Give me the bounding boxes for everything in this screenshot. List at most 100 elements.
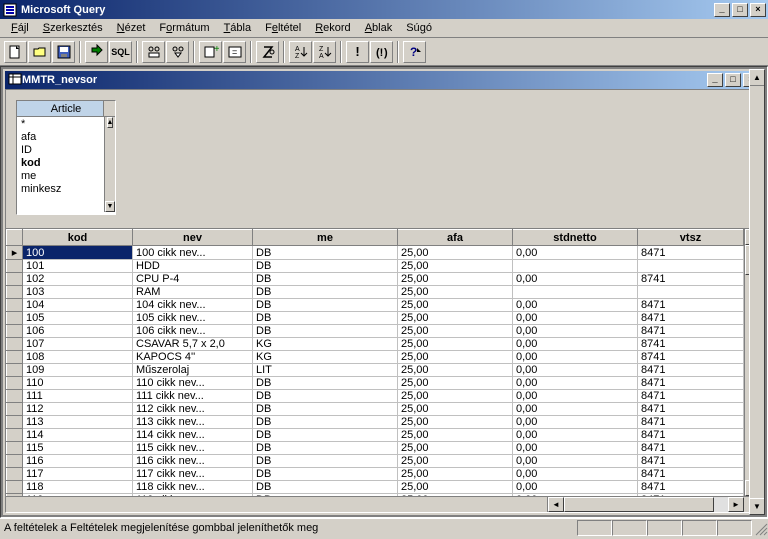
table-row[interactable]: 111111 cikk nev...DB25,000,008471 [7,390,744,403]
menu-file[interactable]: Fájl [4,20,36,36]
cell-me[interactable]: DB [253,455,398,468]
row-header[interactable] [7,312,23,325]
cell-kod[interactable]: 101 [23,260,133,273]
app-maximize-button[interactable]: □ [732,3,748,17]
table-row[interactable]: 110110 cikk nev...DB25,000,008471 [7,377,744,390]
row-header[interactable] [7,273,23,286]
menu-table[interactable]: Tábla [217,20,259,36]
row-header[interactable] [7,390,23,403]
cell-afa[interactable]: 25,00 [398,377,513,390]
menu-view[interactable]: Nézet [110,20,153,36]
menu-help[interactable]: Súgó [399,20,439,36]
row-header[interactable]: ▸ [7,246,23,260]
cell-vtsz[interactable]: 8471 [638,403,744,416]
cell-kod[interactable]: 107 [23,338,133,351]
cell-kod[interactable]: 110 [23,377,133,390]
cell-vtsz[interactable]: 8471 [638,390,744,403]
cell-afa[interactable]: 25,00 [398,468,513,481]
cell-me[interactable]: DB [253,325,398,338]
tool-save[interactable] [52,41,75,63]
field-item[interactable]: * [19,118,113,131]
grid-hscrollbar[interactable]: ◄ ► [6,496,760,512]
menu-criteria[interactable]: Feltétel [258,20,308,36]
cell-nev[interactable]: 112 cikk nev... [133,403,253,416]
cell-nev[interactable]: 113 cikk nev... [133,416,253,429]
cell-afa[interactable]: 25,00 [398,429,513,442]
cell-kod[interactable]: 111 [23,390,133,403]
cell-me[interactable]: DB [253,312,398,325]
tool-criteria-equals[interactable]: = [223,41,246,63]
cell-kod[interactable]: 105 [23,312,133,325]
cell-afa[interactable]: 25,00 [398,364,513,377]
cell-vtsz[interactable]: 8471 [638,481,744,494]
field-item[interactable]: afa [19,131,113,144]
cell-me[interactable]: DB [253,403,398,416]
cell-stdnetto[interactable] [513,286,638,299]
table-row[interactable]: 109MűszerolajLIT25,000,008471 [7,364,744,377]
cell-stdnetto[interactable]: 0,00 [513,403,638,416]
table-row[interactable]: 102CPU P-4DB25,000,008741 [7,273,744,286]
cell-me[interactable]: DB [253,442,398,455]
cell-me[interactable]: DB [253,390,398,403]
cell-me[interactable]: DB [253,273,398,286]
row-header[interactable] [7,455,23,468]
cell-me[interactable]: DB [253,377,398,390]
cell-kod[interactable]: 113 [23,416,133,429]
table-row[interactable]: 103RAMDB25,00 [7,286,744,299]
cell-kod[interactable]: 118 [23,481,133,494]
cell-kod[interactable]: 108 [23,351,133,364]
row-header[interactable] [7,299,23,312]
cell-afa[interactable]: 25,00 [398,273,513,286]
cell-vtsz[interactable]: 8471 [638,364,744,377]
scroll-down-icon[interactable]: ▼ [105,201,115,212]
cell-vtsz[interactable]: 8471 [638,325,744,338]
row-header[interactable] [7,442,23,455]
cell-stdnetto[interactable]: 0,00 [513,442,638,455]
table-row[interactable]: 114114 cikk nev...DB25,000,008471 [7,429,744,442]
cell-vtsz[interactable] [638,260,744,273]
cell-nev[interactable]: KAPOCS 4'' [133,351,253,364]
tool-sort-asc[interactable]: AZ [289,41,312,63]
table-row[interactable]: 106106 cikk nev...DB25,000,008471 [7,325,744,338]
cell-afa[interactable]: 25,00 [398,416,513,429]
field-item[interactable]: minkesz [19,183,113,196]
cell-stdnetto[interactable]: 0,00 [513,429,638,442]
field-item[interactable]: me [19,170,113,183]
cell-afa[interactable]: 25,00 [398,338,513,351]
cell-vtsz[interactable]: 8471 [638,468,744,481]
table-row[interactable]: 108KAPOCS 4''KG25,000,008741 [7,351,744,364]
tool-open[interactable] [28,41,51,63]
cell-vtsz[interactable]: 8741 [638,351,744,364]
cell-nev[interactable]: 100 cikk nev... [133,246,253,260]
cell-nev[interactable]: 117 cikk nev... [133,468,253,481]
cell-nev[interactable]: CSAVAR 5,7 x 2,0 [133,338,253,351]
app-close-button[interactable]: × [750,3,766,17]
column-header[interactable]: kod [23,230,133,246]
table-pane-title[interactable]: Article [17,101,115,117]
cell-vtsz[interactable]: 8471 [638,299,744,312]
cell-kod[interactable]: 100 [23,246,133,260]
tool-new-query[interactable] [4,41,27,63]
scroll-up-icon[interactable]: ▲ [107,117,113,128]
scroll-left-icon[interactable]: ◄ [548,497,564,512]
child-maximize-button[interactable]: □ [725,73,741,87]
cell-afa[interactable]: 25,00 [398,312,513,325]
tool-show-criteria[interactable] [166,41,189,63]
cell-stdnetto[interactable]: 0,00 [513,273,638,286]
cell-me[interactable]: DB [253,429,398,442]
cell-me[interactable]: DB [253,299,398,312]
field-item[interactable]: kod [19,157,113,170]
cell-afa[interactable]: 25,00 [398,403,513,416]
row-header[interactable] [7,286,23,299]
cell-kod[interactable]: 114 [23,429,133,442]
cell-nev[interactable]: 118 cikk nev... [133,481,253,494]
cell-afa[interactable]: 25,00 [398,299,513,312]
table-row[interactable]: ▸100100 cikk nev...DB25,000,008471 [7,246,744,260]
cell-kod[interactable]: 115 [23,442,133,455]
row-header[interactable] [7,364,23,377]
cell-kod[interactable]: 103 [23,286,133,299]
table-row[interactable]: 113113 cikk nev...DB25,000,008471 [7,416,744,429]
cell-afa[interactable]: 25,00 [398,455,513,468]
cell-afa[interactable]: 25,00 [398,390,513,403]
cell-vtsz[interactable]: 8471 [638,429,744,442]
